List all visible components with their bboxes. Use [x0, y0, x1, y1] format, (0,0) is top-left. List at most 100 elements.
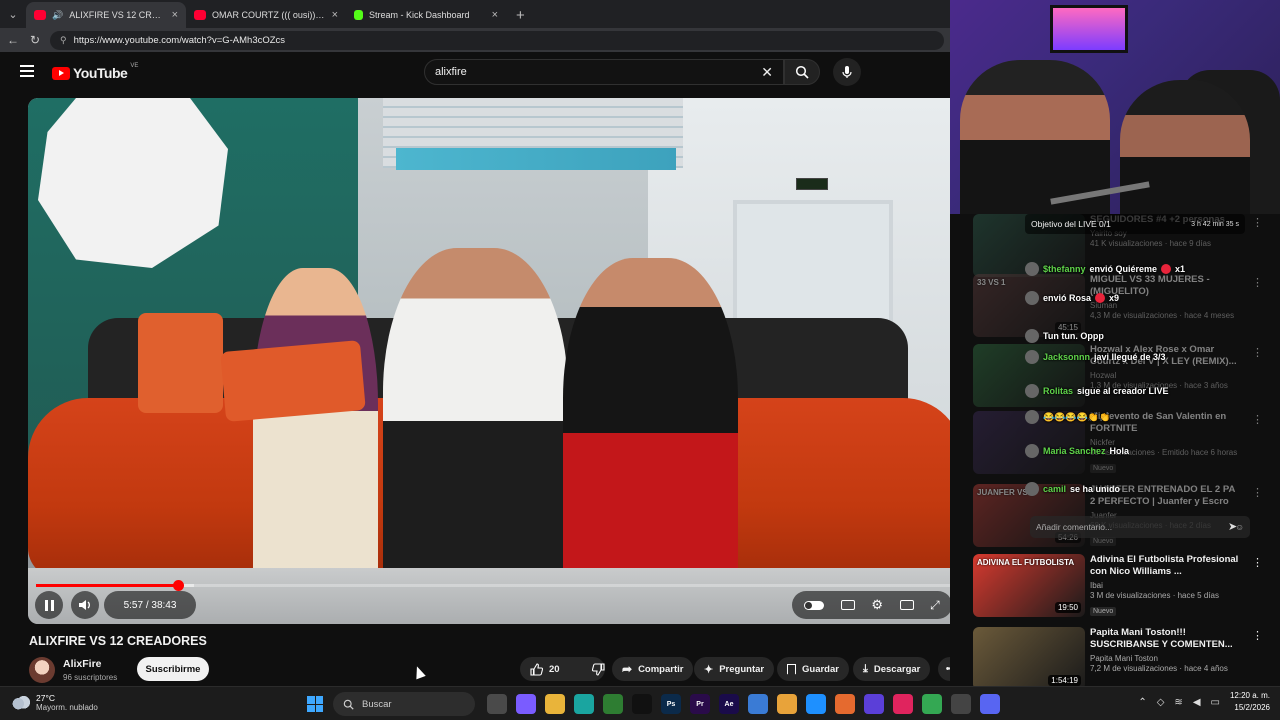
- autoplay-toggle-icon[interactable]: [804, 600, 825, 610]
- speaker-icon[interactable]: ◀: [1193, 697, 1201, 708]
- video-frame-exit-sign: [796, 178, 828, 190]
- scrubber-handle[interactable]: [172, 580, 184, 591]
- volume-button[interactable]: [71, 591, 99, 619]
- chat-comment-input[interactable]: Añadir comentario... ☺: [1030, 516, 1250, 538]
- recommended-video[interactable]: ADIVINA EL FUTBOLISTA 19:50 Adivina El Fut…: [973, 554, 1263, 618]
- video-title[interactable]: Adivina El Futbolista Profesional con Ni…: [1090, 554, 1240, 578]
- taskbar-app-icon[interactable]: [545, 694, 565, 714]
- weather-widget[interactable]: 27°C Mayorm. nublado: [12, 693, 98, 712]
- menu-icon[interactable]: [20, 65, 34, 80]
- taskbar-app-icon[interactable]: [487, 694, 507, 714]
- more-options-icon[interactable]: ⋮: [1252, 276, 1263, 289]
- youtube-logo[interactable]: YouTube VE: [52, 63, 138, 81]
- windows-start-icon[interactable]: [307, 696, 323, 712]
- tab-search-menu-icon[interactable]: ⌄: [0, 0, 26, 28]
- taskbar-app-icon[interactable]: [632, 694, 652, 714]
- more-options-icon[interactable]: ⋮: [1252, 413, 1263, 426]
- voice-search-button[interactable]: [833, 58, 861, 86]
- save-button[interactable]: Guardar: [777, 657, 849, 681]
- wifi-icon[interactable]: ≋: [1174, 697, 1182, 708]
- taskbar-app-icon[interactable]: [603, 694, 623, 714]
- save-label: Guardar: [802, 663, 839, 675]
- channel-avatar[interactable]: [29, 657, 55, 683]
- search-button[interactable]: [784, 59, 820, 85]
- channel-name[interactable]: Ibai: [1090, 581, 1240, 590]
- more-options-icon[interactable]: ⋮: [1252, 486, 1263, 499]
- taskbar-app-icon[interactable]: [835, 694, 855, 714]
- video-frame-backdrop-blue: [396, 148, 676, 170]
- like-button[interactable]: 20: [520, 657, 570, 681]
- settings-gear-icon[interactable]: ⚙: [871, 597, 883, 613]
- dislike-button[interactable]: [582, 657, 615, 681]
- taskbar-app-icon[interactable]: [893, 694, 913, 714]
- url-field[interactable]: ⚲ https://www.youtube.com/watch?v=G-AMh3…: [50, 30, 944, 50]
- clock[interactable]: 12:20 a. m. 15/2/2026: [1230, 690, 1270, 714]
- taskbar-app-icon[interactable]: [777, 694, 797, 714]
- download-button[interactable]: ⤓ Descargar: [853, 657, 931, 681]
- chat-username[interactable]: camil: [1043, 484, 1066, 494]
- send-icon[interactable]: ➤: [1228, 520, 1237, 533]
- channel-name[interactable]: Papita Mani Toston: [1090, 654, 1240, 663]
- taskbar-app-icon[interactable]: Ae: [719, 694, 739, 714]
- chat-username[interactable]: Jacksonnn: [1043, 352, 1090, 362]
- back-arrow-icon[interactable]: ←: [6, 33, 20, 47]
- miniplayer-icon[interactable]: [899, 600, 914, 610]
- tab-title: OMAR COURTZ ((( ousi))) x KARBe: [212, 10, 326, 20]
- taskbar-app-icon[interactable]: Ps: [661, 694, 681, 714]
- battery-icon[interactable]: ▭: [1211, 697, 1220, 708]
- taskbar-app-icon[interactable]: [516, 694, 536, 714]
- clear-search-icon[interactable]: ✕: [761, 64, 773, 81]
- channel-name[interactable]: AlixFire: [63, 658, 102, 670]
- new-tab-button[interactable]: +: [506, 7, 535, 28]
- taskbar-app-icon[interactable]: [748, 694, 768, 714]
- speaker-icon[interactable]: 🔊: [52, 10, 63, 21]
- chat-username[interactable]: Maria Sanchez: [1043, 446, 1106, 456]
- pause-button[interactable]: [35, 591, 63, 619]
- more-options-icon[interactable]: ⋮: [1252, 556, 1263, 569]
- more-options-icon[interactable]: ⋮: [1252, 346, 1263, 359]
- video-thumbnail[interactable]: ADIVINA EL FUTBOLISTA 19:50: [973, 554, 1085, 617]
- address-bar-row: ← ↻ ⚲ https://www.youtube.com/watch?v=G-…: [0, 28, 950, 52]
- video-thumbnail[interactable]: 1:54:19: [973, 627, 1085, 690]
- close-tab-icon[interactable]: ×: [172, 9, 178, 21]
- browser-tab[interactable]: OMAR COURTZ ((( ousi))) x KARBe ×: [186, 2, 346, 28]
- chat-username[interactable]: Rolitas: [1043, 386, 1073, 396]
- taskbar-app-icon[interactable]: [806, 694, 826, 714]
- taskbar-app-icon[interactable]: Pr: [690, 694, 710, 714]
- taskbar-app-icon[interactable]: [922, 694, 942, 714]
- network-icon[interactable]: ◇: [1157, 697, 1165, 708]
- progress-bar[interactable]: [36, 580, 955, 591]
- chat-avatar: [1025, 482, 1039, 496]
- taskbar-app-icon[interactable]: [864, 694, 884, 714]
- chat-username[interactable]: $thefanny: [1043, 264, 1086, 274]
- taskbar-search-label: Buscar: [362, 698, 392, 710]
- reload-icon[interactable]: ↻: [28, 33, 42, 47]
- thumbnail-text: 33 VS 1: [977, 278, 1006, 287]
- site-info-icon[interactable]: ⚲: [60, 35, 67, 46]
- ask-button[interactable]: ✦ Preguntar: [694, 657, 775, 681]
- subscribe-button[interactable]: Suscribirme: [137, 657, 209, 681]
- tab-title: Stream - Kick Dashboard: [369, 10, 470, 20]
- taskbar-app-icon[interactable]: [951, 694, 971, 714]
- browser-tab[interactable]: Stream - Kick Dashboard ×: [346, 2, 506, 28]
- youtube-play-icon: [52, 66, 70, 80]
- tray-overflow-icon[interactable]: ⌃: [1138, 697, 1146, 708]
- video-player[interactable]: 5:57 / 38:43 ⚙ ⤢: [28, 98, 963, 624]
- fullscreen-icon[interactable]: ⤢: [930, 598, 940, 613]
- live-objective-bar: Objetivo del LIVE 0/1 3 h 42 min 35 s: [1025, 214, 1245, 234]
- close-tab-icon[interactable]: ×: [492, 9, 498, 21]
- taskbar-search[interactable]: Buscar: [333, 692, 475, 716]
- recommended-video[interactable]: 1:54:19 Papita Mani Toston!!! SUSCRIBANSE…: [973, 627, 1263, 691]
- share-button[interactable]: ➦ Compartir: [612, 657, 694, 681]
- close-tab-icon[interactable]: ×: [332, 9, 338, 21]
- taskbar-app-icon[interactable]: [574, 694, 594, 714]
- taskbar-app-icon[interactable]: [980, 694, 1000, 714]
- search-input[interactable]: alixfire ✕: [424, 59, 784, 85]
- video-title[interactable]: Papita Mani Toston!!! SUSCRIBANSE Y COME…: [1090, 627, 1240, 651]
- subtitles-icon[interactable]: [840, 600, 855, 610]
- browser-tab-active[interactable]: 🔊 ALIXFIRE VS 12 CREADORES ×: [26, 2, 186, 28]
- more-options-icon[interactable]: ⋮: [1252, 216, 1263, 229]
- comment-placeholder: Añadir comentario...: [1036, 522, 1113, 532]
- more-options-icon[interactable]: ⋮: [1252, 629, 1263, 642]
- chat-text: javi llegué de 3/3: [1094, 352, 1166, 362]
